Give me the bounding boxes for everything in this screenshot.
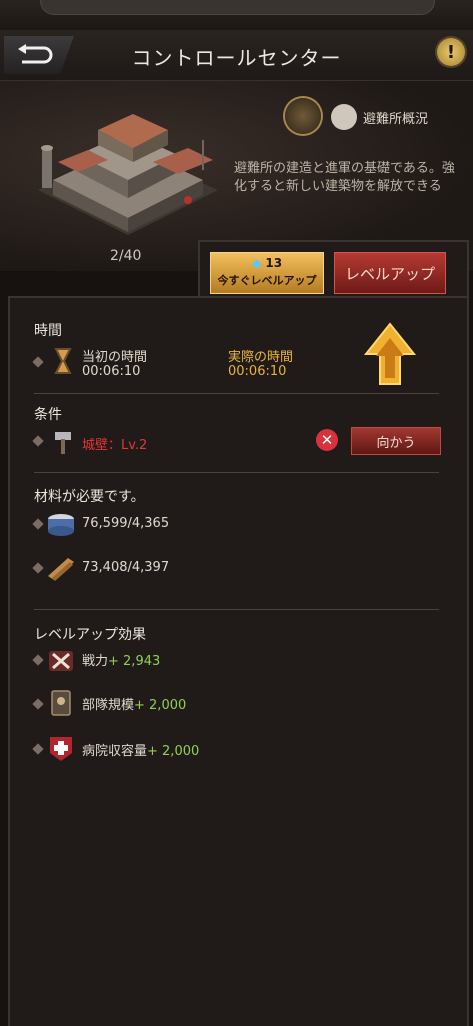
food-amount: 76,599/4,365 (82, 516, 170, 531)
effect-label: 部隊規模 (82, 698, 135, 713)
hammer-icon (48, 427, 78, 457)
effect-label: 戦力 (82, 654, 109, 669)
building-description: 避難所の建造と進軍の基礎である。強化すると新しい建築物を解放できる (234, 161, 455, 194)
shelter-emblem-icon[interactable] (285, 98, 321, 134)
materials-section-title: 材料が必要です。 (34, 489, 145, 505)
control-center-building-image (38, 114, 218, 235)
divider (34, 472, 439, 473)
effect-value: + 2,943 (108, 654, 161, 669)
initial-time-value: 00:06:10 (82, 364, 141, 379)
actual-time-label: 実際の時間 (228, 350, 294, 365)
instant-upgrade-label: 今すぐレベルアップ (217, 274, 317, 287)
header: コントロールセンター ! (0, 30, 473, 81)
effects-section-title: レベルアップ効果 (34, 627, 146, 643)
effect-row-power: 戦力+ 2,943 (82, 650, 160, 669)
wood-icon (46, 553, 76, 583)
chart-icon[interactable] (331, 104, 357, 130)
instant-upgrade-button[interactable]: ◆ 13 今すぐレベルアップ (210, 252, 324, 294)
building-level-count: 2/40 (110, 248, 142, 264)
conditions-section-title: 条件 (34, 407, 62, 423)
gem-cost: 13 (265, 256, 283, 270)
divider (34, 609, 439, 610)
info-icon[interactable]: ! (437, 38, 465, 66)
upgrade-panel (8, 296, 469, 1026)
top-strip (0, 0, 473, 30)
not-met-x-icon: ✕ (316, 429, 338, 451)
upgrade-arrow-icon (363, 322, 417, 385)
effect-value: + 2,000 (147, 744, 200, 759)
level-up-button[interactable]: レベルアップ (334, 252, 446, 294)
actual-time-value: 00:06:10 (228, 364, 287, 379)
effect-row-hospital: 病院収容量+ 2,000 (82, 740, 199, 759)
power-icon (46, 645, 76, 675)
divider (34, 393, 439, 394)
canned-food-icon (46, 510, 76, 540)
time-section-title: 時間 (34, 323, 62, 339)
hospital-icon (46, 733, 76, 763)
wall-requirement: 城壁：Lv.2 (82, 438, 148, 453)
initial-time-label: 当初の時間 (82, 350, 148, 365)
shelter-overview-link[interactable]: 避難所概況 (363, 108, 428, 127)
go-button[interactable]: 向かう (351, 427, 441, 455)
effect-label: 病院収容量 (82, 744, 148, 759)
effect-value: + 2,000 (134, 698, 187, 713)
troop-icon (46, 688, 76, 718)
hourglass-icon (48, 346, 78, 376)
status-pill (40, 0, 435, 15)
page-title: コントロールセンター (131, 46, 342, 70)
diamond-icon: ◆ (251, 256, 262, 270)
wood-amount: 73,408/4,397 (82, 560, 170, 575)
effect-row-troop: 部隊規模+ 2,000 (82, 694, 186, 713)
